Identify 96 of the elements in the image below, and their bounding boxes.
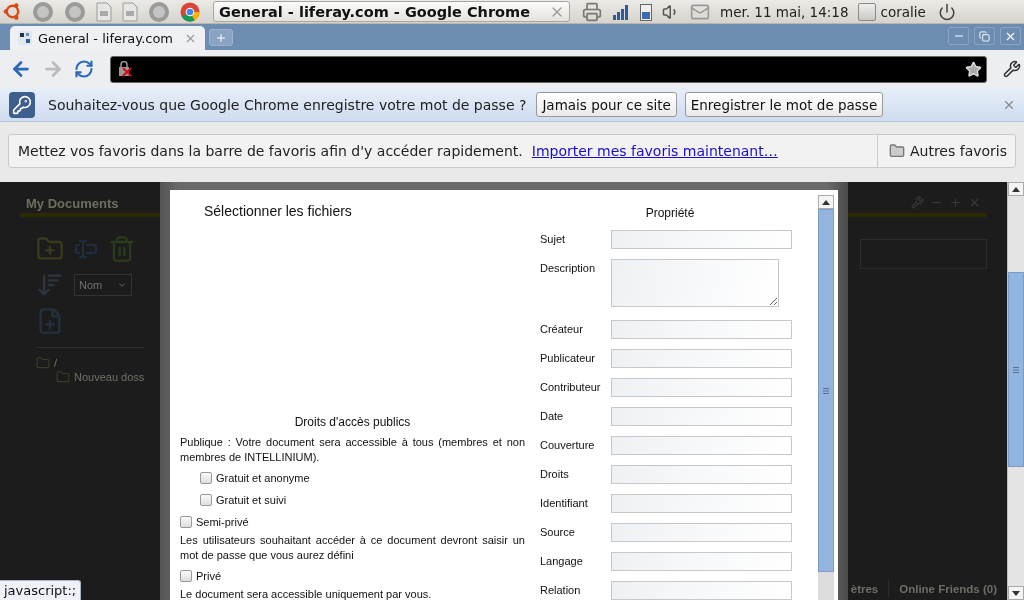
- field-label: Identifiant: [540, 496, 589, 509]
- document-icon[interactable]: [122, 1, 138, 22]
- window-list-button[interactable]: General - liferay.com - Google Chrome: [213, 1, 570, 22]
- input-field[interactable]: [611, 349, 792, 368]
- field-label: Créateur: [540, 322, 584, 335]
- input-field[interactable]: [611, 230, 792, 249]
- access-description: Le document sera accessible uniquement par vous.: [180, 587, 433, 600]
- folder-icon: [888, 143, 905, 159]
- down-arrow-icon[interactable]: [1012, 590, 1020, 596]
- bookmark-star-icon[interactable]: [965, 60, 982, 78]
- field-label: Publicateur: [540, 351, 597, 364]
- folder-icon: [36, 356, 50, 370]
- tree-item[interactable]: /: [36, 356, 145, 370]
- dialog-scrollbar[interactable]: [818, 195, 834, 600]
- input-field[interactable]: [611, 407, 792, 426]
- recycle-bin-icon[interactable]: [108, 235, 136, 263]
- user-status-icon: [858, 2, 877, 21]
- up-arrow-icon[interactable]: [1012, 186, 1020, 192]
- input-field[interactable]: [611, 552, 792, 571]
- infobar-button[interactable]: Enregistrer le mot de passe: [684, 92, 884, 117]
- reload-icon[interactable]: [74, 59, 94, 79]
- new-tab-button[interactable]: [209, 29, 233, 46]
- minimize-button[interactable]: [948, 27, 969, 45]
- grip-icon[interactable]: [823, 387, 829, 394]
- power-icon[interactable]: [937, 2, 956, 21]
- input-field[interactable]: [611, 465, 792, 484]
- input-field[interactable]: [611, 523, 792, 542]
- checkbox[interactable]: [200, 472, 212, 484]
- infobar-button[interactable]: Jamais pour ce site: [536, 92, 677, 117]
- access-option[interactable]: Semi-privé: [180, 511, 525, 533]
- ubuntu-logo-icon[interactable]: [3, 2, 22, 21]
- input-field[interactable]: [611, 494, 792, 513]
- app-launcher-icon[interactable]: [64, 0, 86, 23]
- portlet-title: My Documents: [26, 196, 119, 211]
- insecure-lock-icon: [117, 61, 133, 77]
- tree-item[interactable]: Nouveau doss: [56, 370, 145, 384]
- access-option[interactable]: Gratuit et suivi: [200, 489, 525, 511]
- field-label: Relation: [540, 583, 582, 596]
- folder-icon: [56, 370, 70, 384]
- grip-icon[interactable]: [1013, 366, 1019, 373]
- key-icon: [9, 91, 35, 118]
- maximize-icon[interactable]: [949, 196, 962, 209]
- plus-icon: [215, 31, 227, 44]
- access-description: Les utilisateurs souhaitant accéder à ce document devront saisir un mot de passe que vous aurez défini: [180, 533, 525, 563]
- restore-icon: [979, 30, 990, 42]
- back-icon[interactable]: [10, 58, 32, 80]
- bookmarks-hint: Mettez vos favoris dans la barre de favoris afin d'y accéder rapidement.: [18, 143, 523, 159]
- input-field[interactable]: [611, 436, 792, 455]
- input-field[interactable]: [611, 320, 792, 339]
- checkbox[interactable]: [180, 516, 192, 528]
- status-bubble: javascript:;: [0, 580, 82, 600]
- close-button[interactable]: [1000, 27, 1021, 45]
- up-arrow-icon[interactable]: [822, 199, 830, 205]
- input-field[interactable]: [611, 378, 792, 397]
- field-label: Langage: [540, 554, 584, 567]
- checkbox[interactable]: [180, 570, 192, 582]
- wrench-icon[interactable]: [1003, 60, 1021, 78]
- printer-icon[interactable]: [582, 1, 602, 22]
- document-icon[interactable]: [96, 1, 112, 22]
- rename-icon[interactable]: [74, 237, 98, 261]
- field-label: Couverture: [540, 438, 596, 451]
- app-launcher-icon[interactable]: [32, 0, 54, 23]
- chrome-logo-icon[interactable]: [180, 1, 200, 22]
- address-bar[interactable]: [110, 55, 987, 83]
- battery-icon[interactable]: [640, 2, 652, 21]
- field-label: Description: [540, 261, 597, 274]
- input-field[interactable]: [611, 581, 792, 600]
- other-bookmarks-button[interactable]: Autres favoris: [876, 135, 1015, 167]
- import-link[interactable]: Importer mes favoris maintenant…: [531, 143, 778, 159]
- sort-select[interactable]: Nom: [74, 274, 132, 296]
- user-name[interactable]: coralie: [880, 3, 926, 20]
- field-label: Date: [540, 409, 565, 422]
- favicon-icon: [18, 31, 32, 45]
- field-label: Contributeur: [540, 380, 602, 393]
- properties-title: Propriété: [644, 206, 696, 220]
- access-option[interactable]: Gratuit et anonyme: [200, 467, 525, 489]
- close-icon[interactable]: [968, 196, 981, 209]
- upload-title[interactable]: Sélectionner les fichiers: [204, 203, 525, 219]
- access-option[interactable]: Privé: [180, 565, 525, 587]
- field-label: Sujet: [540, 232, 567, 245]
- signal-icon[interactable]: [612, 3, 630, 20]
- caret-icon: [117, 280, 127, 290]
- field-label: Source: [540, 525, 576, 538]
- forward-icon[interactable]: [42, 58, 64, 80]
- restore-button[interactable]: [974, 27, 995, 45]
- access-title: Droits d'accès publics: [293, 415, 412, 429]
- field-label: Droits: [540, 467, 570, 480]
- description-field[interactable]: [611, 259, 779, 307]
- access-description: Publique : Votre document sera accessible à tous (membres et non membres de INTELLINIUM).: [180, 435, 525, 465]
- page-scrollbar[interactable]: [1007, 182, 1024, 600]
- checkbox[interactable]: [200, 494, 212, 506]
- add-folder-icon[interactable]: [36, 235, 64, 263]
- infobar-message: Souhaitez-vous que Google Chrome enregistre votre mot de passe ?: [48, 96, 527, 113]
- clock-text[interactable]: mer. 11 mai, 14:18: [720, 3, 849, 20]
- browser-tab[interactable]: General - liferay.com: [10, 26, 205, 50]
- app-launcher-icon[interactable]: [148, 0, 170, 23]
